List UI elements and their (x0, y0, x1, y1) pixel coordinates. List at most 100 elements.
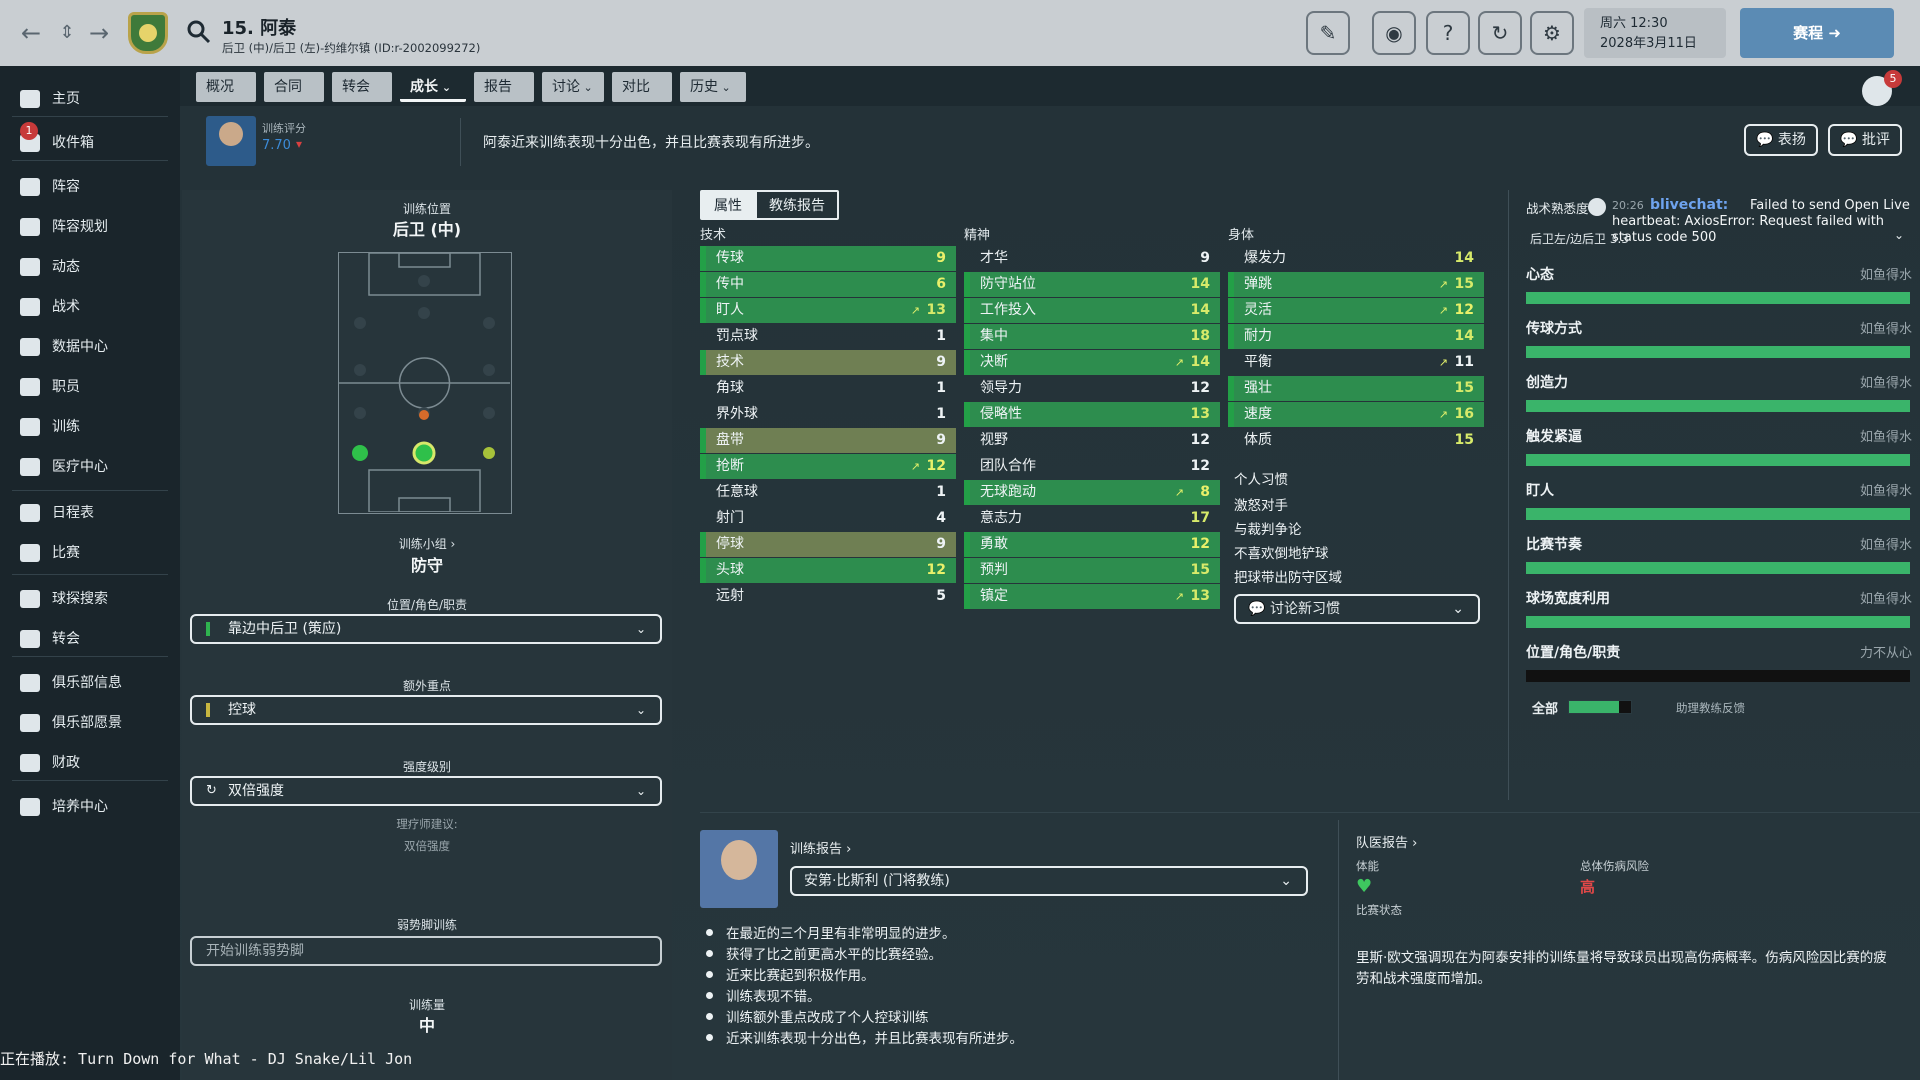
club-icon (20, 674, 40, 692)
settings-gear-icon[interactable]: ⚙ (1530, 11, 1574, 55)
sidebar-item-1[interactable]: 收件箱 1 (0, 122, 170, 162)
training-report-heading[interactable]: 训练报告 › (790, 838, 851, 857)
tab-6[interactable]: 对比 ⌄ (612, 72, 672, 125)
club-badge-icon[interactable]: ◉ (1372, 11, 1416, 55)
attribute-row[interactable]: 侵略性 13 (964, 402, 1220, 427)
attribute-row[interactable]: 耐力 14 (1228, 324, 1484, 349)
intensity-dropdown[interactable]: ↻ 双倍强度 ⌄ (190, 776, 662, 806)
attribute-row[interactable]: 体质 15 (1228, 428, 1484, 453)
attribute-row[interactable]: 团队合作 12 (964, 454, 1220, 479)
tab-coach-report[interactable]: 教练报告 (755, 190, 839, 220)
attribute-row[interactable]: 技术 9 (700, 350, 956, 375)
praise-button[interactable]: 💬 表扬 (1744, 124, 1818, 156)
tab-2[interactable]: 转会 ⌄ (332, 72, 392, 125)
attribute-row[interactable]: 勇敢 12 (964, 532, 1220, 557)
sidebar-item-10[interactable]: 日程表 (0, 494, 170, 532)
habit-item: 激怒对手 (1234, 498, 1288, 514)
attribute-row[interactable]: 无球跑动 ↗ 8 (964, 480, 1220, 505)
sidebar-item-15[interactable]: 俱乐部愿景 (0, 704, 170, 742)
attribute-row[interactable]: 角球 1 (700, 376, 956, 401)
attribute-row[interactable]: 盘带 9 (700, 428, 956, 453)
refresh-icon[interactable]: ↻ (1478, 11, 1522, 55)
attribute-row[interactable]: 射门 4 (700, 506, 956, 531)
tab-0[interactable]: 概况 ⌄ (196, 72, 256, 125)
attribute-row[interactable]: 任意球 1 (700, 480, 956, 505)
sidebar-item-13[interactable]: 转会 (0, 620, 170, 658)
attribute-value: 15 (1454, 276, 1474, 292)
weak-foot-training-button[interactable]: 开始训练弱势脚 (190, 936, 662, 966)
attribute-row[interactable]: 防守站位 14 (964, 272, 1220, 297)
sidebar-item-17[interactable]: 培养中心 (0, 788, 170, 826)
attribute-row[interactable]: 抢断 ↗ 12 (700, 454, 956, 479)
back-arrow-icon[interactable]: ← (16, 18, 46, 48)
sidebar-item-14[interactable]: 俱乐部信息 (0, 664, 170, 702)
game-date[interactable]: 周六 12:30 2028年3月11日 (1584, 8, 1726, 58)
sidebar-item-16[interactable]: 财政 (0, 744, 170, 782)
attribute-row[interactable]: 预判 15 (964, 558, 1220, 583)
discuss-habit-button[interactable]: 💬 讨论新习惯 ⌄ (1234, 594, 1480, 624)
tab-5[interactable]: 讨论 ⌄ (542, 72, 604, 102)
attribute-row[interactable]: 才华 9 (964, 246, 1220, 271)
attribute-row[interactable]: 头球 12 (700, 558, 956, 583)
extra-focus-dropdown[interactable]: 控球 ⌄ (190, 695, 662, 725)
sidebar-item-8[interactable]: 训练 (0, 408, 170, 446)
criticize-button[interactable]: 💬 批评 (1828, 124, 1902, 156)
help-icon[interactable]: ? (1426, 11, 1470, 55)
attribute-row[interactable]: 远射 5 (700, 584, 956, 609)
sidebar-item-3[interactable]: 阵容规划 (0, 208, 170, 246)
sidebar-item-7[interactable]: 职员 (0, 368, 170, 406)
attribute-value: 13 (926, 302, 946, 318)
attribute-row[interactable]: 视野 12 (964, 428, 1220, 453)
attribute-row[interactable]: 强壮 15 (1228, 376, 1484, 401)
sidebar-item-0[interactable]: 主页 (0, 80, 170, 118)
sidebar-item-2[interactable]: 阵容 (0, 168, 170, 206)
attribute-row[interactable]: 停球 9 (700, 532, 956, 557)
club-crest-icon[interactable] (128, 12, 168, 54)
forward-arrow-icon[interactable]: → (84, 18, 114, 48)
attribute-row[interactable]: 速度 ↗ 16 (1228, 402, 1484, 427)
attribute-row[interactable]: 罚点球 1 (700, 324, 956, 349)
sidebar-item-5[interactable]: 战术 (0, 288, 170, 326)
chat-bubble-icon: 💬 (1756, 132, 1774, 148)
chevron-down-icon[interactable]: ⌄ (1894, 228, 1904, 242)
medical-report-heading[interactable]: 队医报告 › (1356, 832, 1417, 851)
highlight-marker (700, 272, 706, 297)
training-position-value[interactable]: 后卫 (中) (182, 216, 672, 240)
edit-icon[interactable]: ✎ (1306, 11, 1350, 55)
continue-button[interactable]: 赛程 ➜ (1740, 8, 1894, 58)
attribute-row[interactable]: 平衡 ↗ 11 (1228, 350, 1484, 375)
tab-7[interactable]: 历史 ⌄ (680, 72, 746, 102)
attribute-row[interactable]: 灵活 ↗ 12 (1228, 298, 1484, 323)
sidebar-item-12[interactable]: 球探搜索 (0, 580, 170, 618)
tab-1[interactable]: 合同 ⌄ (264, 72, 324, 125)
tab-4[interactable]: 报告 ⌄ (474, 72, 534, 125)
training-group-label[interactable]: 训练小组 › (182, 535, 672, 552)
tab-3[interactable]: 成长 ⌄ (400, 72, 466, 102)
attribute-row[interactable]: 传球 9 (700, 246, 956, 271)
attribute-row[interactable]: 爆发力 14 (1228, 246, 1484, 271)
coach-dropdown[interactable]: 安第·比斯利 (门将教练) ⌄ (790, 866, 1308, 896)
attribute-row[interactable]: 界外球 1 (700, 402, 956, 427)
familiarity-label: 盯人 (1526, 483, 1554, 499)
familiarity-role-line[interactable]: 后卫左/边后卫 3.3 (1530, 230, 1629, 247)
top-bar: ← ⇕ → 15. 阿泰 后卫 (中)/后卫 (左)-约维尔镇 (ID:r-20… (0, 0, 1920, 66)
attribute-row[interactable]: 传中 6 (700, 272, 956, 297)
attribute-row[interactable]: 决断 ↗ 14 (964, 350, 1220, 375)
attribute-row[interactable]: 盯人 ↗ 13 (700, 298, 956, 323)
attribute-row[interactable]: 意志力 17 (964, 506, 1220, 531)
search-icon[interactable] (185, 18, 213, 46)
tab-attributes[interactable]: 属性 (700, 190, 756, 220)
sidebar-item-4[interactable]: 动态 (0, 248, 170, 286)
attribute-value: 12 (926, 458, 946, 474)
attribute-row[interactable]: 镇定 ↗ 13 (964, 584, 1220, 609)
attribute-row[interactable]: 工作投入 14 (964, 298, 1220, 323)
role-dropdown[interactable]: 靠边中后卫 (策应) ⌄ (190, 614, 662, 644)
attribute-row[interactable]: 集中 18 (964, 324, 1220, 349)
sidebar-item-11[interactable]: 比赛 (0, 534, 170, 572)
pitch-svg (339, 252, 510, 513)
sidebar-item-6[interactable]: 数据中心 (0, 328, 170, 366)
attribute-row[interactable]: 弹跳 ↗ 15 (1228, 272, 1484, 297)
up-down-icon[interactable]: ⇕ (52, 18, 82, 48)
sidebar-item-9[interactable]: 医疗中心 (0, 448, 170, 486)
attribute-row[interactable]: 领导力 12 (964, 376, 1220, 401)
